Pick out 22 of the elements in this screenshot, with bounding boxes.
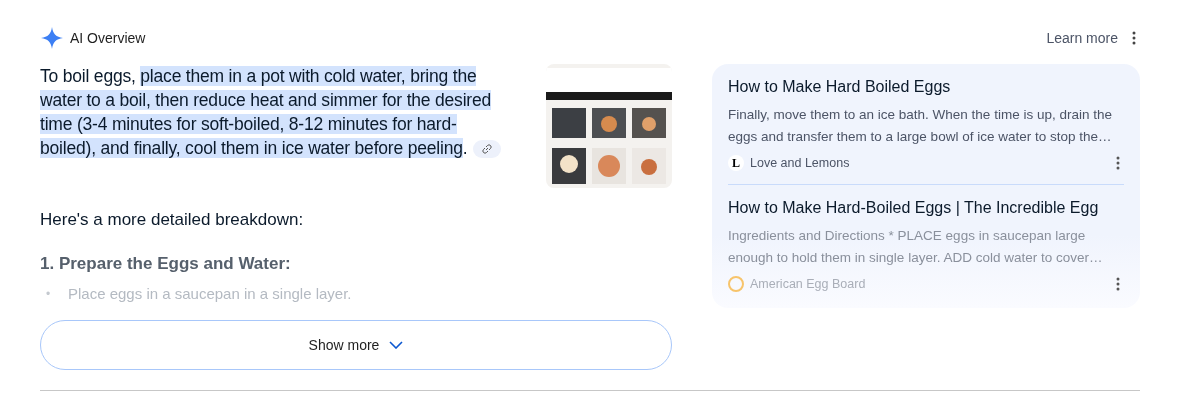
sparkle-icon xyxy=(40,26,64,50)
publisher-name: Love and Lemons xyxy=(750,156,851,170)
source-snippet: Ingredients and Directions * PLACE eggs in saucepan large enough to hold them in single layer. ADD cold water to cover… xyxy=(728,227,1104,267)
publisher-name: American Egg Board xyxy=(750,277,867,291)
show-more-button[interactable]: Show more xyxy=(40,320,672,370)
chevron-down-icon xyxy=(389,341,404,349)
more-icon xyxy=(1116,277,1120,291)
step-bullet: Place eggs in a saucepan in a single layer. xyxy=(68,284,352,304)
source-title-link[interactable]: How to Make Hard Boiled Eggs xyxy=(728,78,1124,96)
breakdown-intro: Here's a more detailed breakdown: xyxy=(40,210,305,230)
learn-more-link[interactable]: Learn more xyxy=(1046,30,1118,46)
publisher-logo xyxy=(728,276,744,292)
more-icon xyxy=(1132,31,1136,45)
step-heading: 1. Prepare the Eggs and Water: xyxy=(40,254,292,274)
bullet-marker: • xyxy=(45,286,52,303)
overview-title: AI Overview xyxy=(70,30,147,46)
link-button[interactable] xyxy=(473,140,502,159)
source-snippet: Finally, move them to an ice bath. When the time is up, drain the eggs and transfer them to a large bowl of ice water to stop the… xyxy=(728,106,1113,146)
link-icon xyxy=(481,143,494,156)
publisher-logo: L xyxy=(728,155,744,171)
more-icon xyxy=(1116,156,1120,170)
source-title-link[interactable]: How to Make Hard-Boiled Eggs | The Incredible Egg xyxy=(728,199,1124,217)
